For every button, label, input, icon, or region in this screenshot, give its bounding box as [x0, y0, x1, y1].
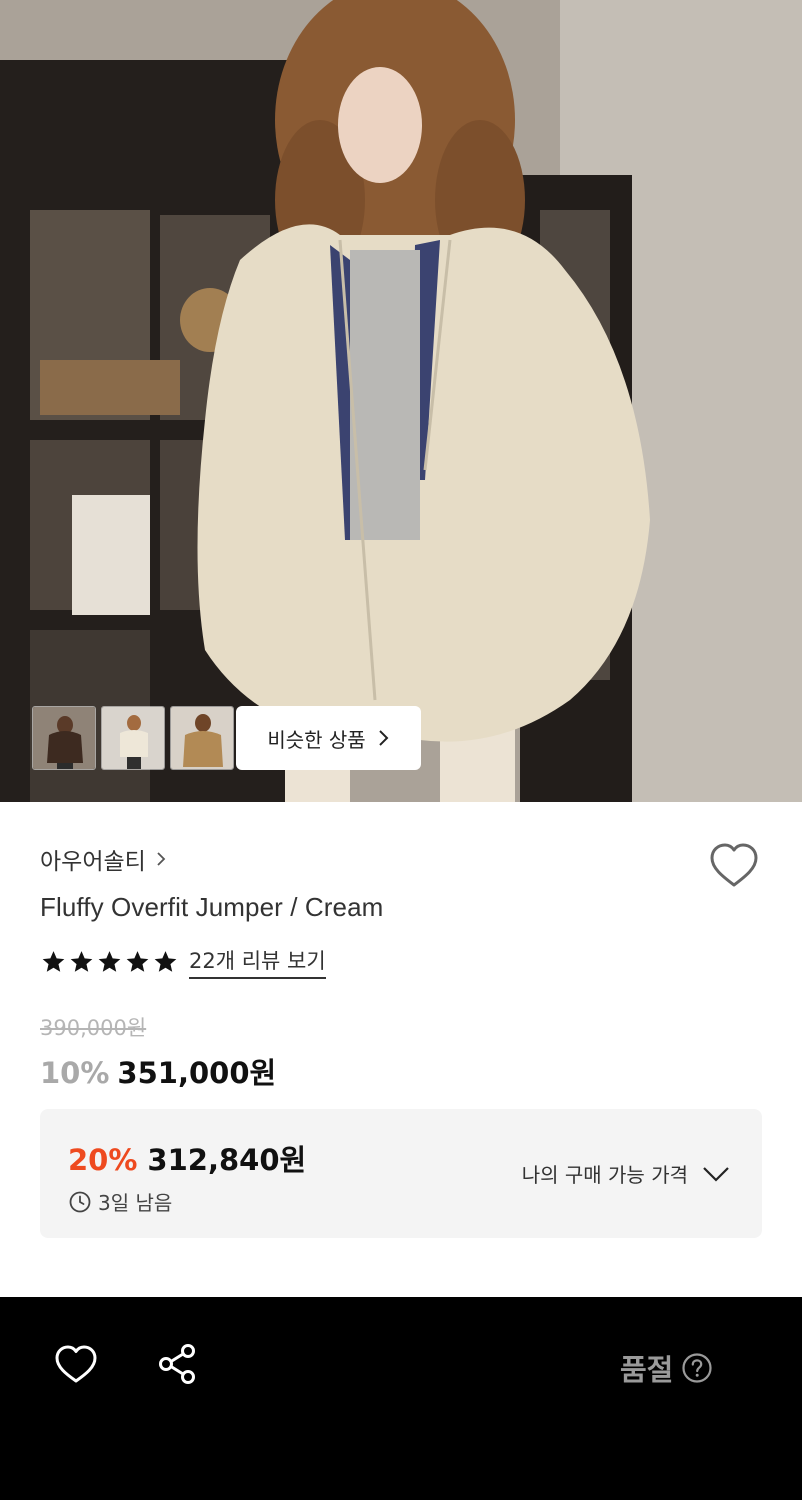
star-rating: [40, 949, 179, 975]
bottom-action-bar: 품절: [0, 1297, 802, 1500]
thumbnail-1[interactable]: [32, 706, 96, 770]
soldout-status: 품절: [620, 1347, 713, 1389]
thumbnail-2[interactable]: [101, 706, 165, 770]
coupon-price: 312,840원: [147, 1143, 307, 1177]
chevron-right-icon: [378, 730, 389, 746]
rating-row: 22개 리뷰 보기: [40, 945, 326, 979]
chevron-down-icon: [703, 1166, 729, 1182]
coupon-discount-rate: 20%: [68, 1143, 138, 1177]
clock-icon: [69, 1191, 91, 1212]
my-price-label: 나의 구매 가능 가격: [521, 1163, 688, 1187]
discount-rate: 10%: [40, 1056, 110, 1090]
similar-products-button[interactable]: 비슷한 상품: [236, 706, 421, 770]
star-icon: [126, 951, 149, 972]
similar-products-label: 비슷한 상품: [267, 727, 366, 752]
soldout-label: 품절: [620, 1353, 674, 1387]
original-price: 390,000원: [40, 1016, 147, 1040]
my-price-panel[interactable]: 20% 312,840원 3일 남음 나의 구매 가능 가격: [40, 1109, 762, 1238]
time-left-row: 3일 남음: [68, 1187, 172, 1216]
heart-icon[interactable]: [54, 1343, 98, 1387]
star-icon: [98, 951, 121, 972]
wishlist-heart-icon[interactable]: [708, 840, 760, 892]
time-left: 3일 남음: [98, 1191, 173, 1215]
brand-link[interactable]: 아우어솔티: [40, 842, 166, 876]
brand-name: 아우어솔티: [40, 849, 146, 875]
thumbnail-strip: [32, 706, 234, 770]
sale-price: 351,000원: [117, 1056, 277, 1090]
star-icon: [70, 951, 93, 972]
product-photo: [0, 0, 802, 802]
thumbnail-3[interactable]: [170, 706, 234, 770]
star-icon: [42, 951, 65, 972]
question-mark-icon[interactable]: [681, 1352, 713, 1384]
coupon-price-row: 20% 312,840원: [68, 1137, 306, 1179]
thumbnail-brown-jumper-icon: [33, 707, 95, 769]
star-icon: [154, 951, 177, 972]
product-name: Fluffy Overfit Jumper / Cream: [40, 892, 384, 922]
product-hero-image: 비슷한 상품: [0, 0, 802, 802]
sale-price-row: 10% 351,000원: [40, 1050, 276, 1092]
review-link[interactable]: 22개 리뷰 보기: [189, 945, 326, 979]
chevron-right-icon: [157, 852, 166, 866]
share-icon[interactable]: [157, 1343, 199, 1385]
thumbnail-camel-jumper-icon: [171, 707, 233, 769]
my-price-toggle[interactable]: 나의 구매 가능 가격: [522, 1159, 730, 1188]
thumbnail-cream-jumper-icon: [102, 707, 164, 769]
